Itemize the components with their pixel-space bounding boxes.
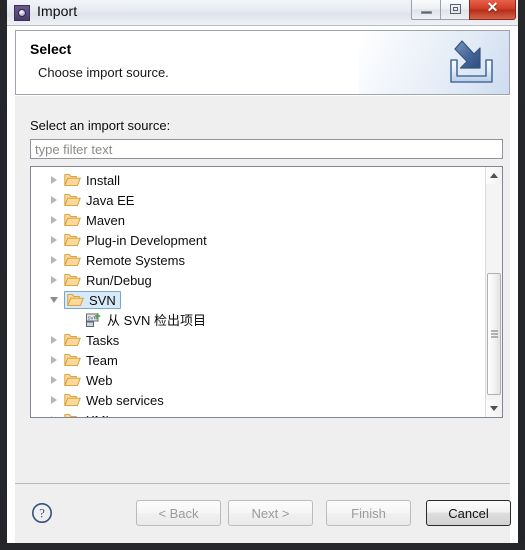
page-subtitle: Choose import source. <box>38 65 169 80</box>
tree-row-svn-checkout[interactable]: SVN 从 SVN 检出项目 <box>31 310 484 330</box>
chevron-right-icon[interactable] <box>47 370 61 390</box>
tree-row[interactable]: Remote Systems <box>31 250 484 270</box>
import-arrow-into-tray-icon <box>450 40 493 83</box>
tree-item-label: Maven <box>86 212 126 228</box>
scroll-down-arrow[interactable] <box>486 400 502 417</box>
folder-icon <box>64 214 81 227</box>
tree-row[interactable]: Team <box>31 350 484 370</box>
tree-item-label: 从 SVN 检出项目 <box>107 312 206 328</box>
tree-item-label: Run/Debug <box>86 272 152 288</box>
tree-item-label: Web services <box>86 392 164 408</box>
title-bar[interactable]: Import ✕ <box>7 0 518 26</box>
filter-input[interactable] <box>30 139 503 159</box>
chevron-right-icon[interactable] <box>47 410 61 417</box>
folder-icon <box>64 354 81 367</box>
minimize-button[interactable] <box>411 0 440 20</box>
window-title: Import <box>37 3 78 19</box>
chevron-right-icon[interactable] <box>47 190 61 210</box>
finish-button[interactable]: Finish <box>326 500 411 526</box>
tree-row[interactable]: Install <box>31 170 484 190</box>
chevron-right-icon[interactable] <box>47 250 61 270</box>
folder-icon <box>64 374 81 387</box>
tree-item-label: Remote Systems <box>86 252 185 268</box>
close-icon: ✕ <box>486 1 499 16</box>
chevron-right-icon[interactable] <box>47 170 61 190</box>
scroll-up-arrow[interactable] <box>486 167 502 184</box>
help-icon[interactable]: ? <box>31 502 53 524</box>
chevron-right-icon[interactable] <box>47 330 61 350</box>
back-button[interactable]: < Back <box>136 500 221 526</box>
svn-checkout-icon: SVN <box>86 312 101 327</box>
tree-selection-highlight: SVN <box>64 291 121 309</box>
eclipse-wizard-icon <box>14 5 30 21</box>
tree-row[interactable]: XML <box>31 410 484 417</box>
folder-icon <box>64 394 81 407</box>
chevron-down-icon[interactable] <box>47 290 61 310</box>
window-controls: ✕ <box>411 0 516 20</box>
scroll-thumb-grip <box>491 330 498 338</box>
chevron-right-icon[interactable] <box>47 390 61 410</box>
page-title: Select <box>30 41 72 57</box>
svg-text:?: ? <box>39 507 45 521</box>
tree-item-label: SVN <box>89 292 116 308</box>
tree-item-label: Team <box>86 352 118 368</box>
tree-item-label: Install <box>86 172 120 188</box>
folder-icon <box>64 414 77 417</box>
tree-row[interactable]: Run/Debug <box>31 270 484 290</box>
tree-vertical-scrollbar[interactable] <box>485 167 502 417</box>
wizard-header: Select Choose import source. <box>15 30 510 95</box>
import-source-tree[interactable]: Install Java EE Maven Plug-in Developmen… <box>30 166 503 418</box>
next-button[interactable]: Next > <box>228 500 313 526</box>
button-bar: ? < Back Next > Finish Cancel <box>15 484 511 543</box>
dialog-body: Select an import source: Install Java EE <box>15 96 510 483</box>
tree-row[interactable]: Maven <box>31 210 484 230</box>
chevron-right-icon[interactable] <box>47 210 61 230</box>
maximize-button[interactable] <box>440 0 469 20</box>
folder-icon <box>64 194 81 207</box>
chevron-right-icon[interactable] <box>47 270 61 290</box>
tree-item-label: Java EE <box>86 192 135 208</box>
chevron-right-icon[interactable] <box>47 350 61 370</box>
tree-row-svn[interactable]: SVN <box>31 290 484 310</box>
tree-row[interactable]: Web <box>31 370 484 390</box>
tree-rows: Install Java EE Maven Plug-in Developmen… <box>31 170 484 417</box>
tree-item-label: Web <box>86 372 113 388</box>
folder-icon <box>64 174 81 187</box>
cancel-button[interactable]: Cancel <box>426 500 511 526</box>
folder-icon <box>64 274 81 287</box>
chevron-right-icon[interactable] <box>47 230 61 250</box>
folder-icon <box>67 294 84 307</box>
tree-row[interactable]: Java EE <box>31 190 484 210</box>
import-source-label: Select an import source: <box>30 118 171 133</box>
folder-icon <box>64 234 81 247</box>
minimize-icon <box>421 11 432 14</box>
tree-row[interactable]: Plug-in Development <box>31 230 484 250</box>
tree-row[interactable]: Tasks <box>31 330 484 350</box>
window-client-area: Import ✕ Select Choose import source. Se… <box>7 0 518 543</box>
tree-row[interactable]: Web services <box>31 390 484 410</box>
tree-item-label: XML <box>86 413 113 418</box>
maximize-icon <box>450 4 461 14</box>
import-dialog-window: Import ✕ Select Choose import source. Se… <box>0 0 525 550</box>
folder-icon <box>64 254 81 267</box>
tree-item-label: Tasks <box>86 332 120 348</box>
scroll-thumb[interactable] <box>487 273 501 395</box>
folder-icon <box>64 334 81 347</box>
tree-item-label: Plug-in Development <box>86 232 207 248</box>
close-button[interactable]: ✕ <box>469 0 516 20</box>
